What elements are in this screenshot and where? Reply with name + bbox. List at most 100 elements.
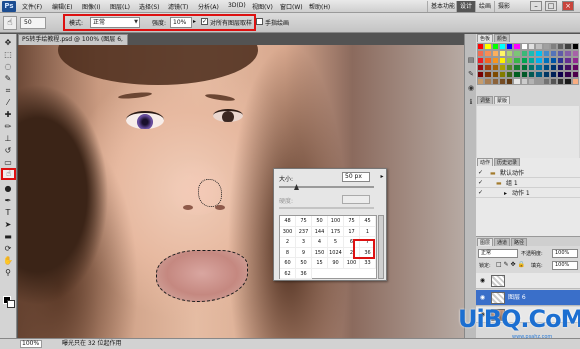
color-swatch[interactable] <box>535 71 543 78</box>
workspace-painting[interactable]: 绘画 <box>475 1 494 12</box>
menu-window[interactable]: 窗口(W) <box>280 2 303 11</box>
brush-preset-cell[interactable]: 48 <box>280 216 296 227</box>
color-swatch[interactable] <box>506 50 514 57</box>
color-swatch[interactable] <box>549 78 558 85</box>
color-swatch[interactable] <box>549 57 558 64</box>
color-swatch[interactable] <box>513 71 521 78</box>
color-swatch[interactable] <box>557 57 565 64</box>
marquee-tool-icon[interactable]: ⬚ <box>2 50 14 60</box>
dodge-tool-icon[interactable]: ● <box>2 184 14 194</box>
color-swatch[interactable] <box>491 43 499 50</box>
blend-mode-select[interactable]: 正常 <box>478 249 518 258</box>
brush-size-input[interactable]: 50 px <box>342 172 370 182</box>
color-swatch[interactable] <box>520 57 528 64</box>
color-swatch[interactable] <box>484 78 492 85</box>
brush-preset-cell[interactable]: 45 <box>360 216 376 227</box>
brush-preset-cell[interactable]: 75 <box>344 216 360 227</box>
smudge-tool-icon[interactable]: ☝ <box>1 168 16 180</box>
3d-rotate-tool-icon[interactable]: ⟳ <box>2 244 14 254</box>
color-swatch[interactable] <box>564 71 572 78</box>
color-swatch[interactable] <box>477 71 485 78</box>
color-swatch[interactable] <box>542 78 550 85</box>
brush-preset-cell[interactable]: 15 <box>312 258 328 269</box>
clone-source-panel-icon[interactable]: ◉ <box>466 84 476 92</box>
lock-icons[interactable]: □ ✎ ✥ 🔒 <box>496 261 525 268</box>
color-swatch[interactable] <box>557 64 565 71</box>
fill-input[interactable]: 100% <box>552 261 578 270</box>
color-swatch[interactable] <box>498 50 507 57</box>
workspace-design[interactable]: 设计 <box>456 1 476 12</box>
brush-preset-cell[interactable]: 144 <box>312 226 328 237</box>
brush-preset-cell[interactable]: 75 <box>296 216 312 227</box>
color-swatch[interactable] <box>477 43 485 50</box>
brush-preset-cell[interactable]: 60 <box>280 258 296 269</box>
color-swatch[interactable] <box>571 43 579 50</box>
color-swatch[interactable] <box>520 64 528 71</box>
color-swatch[interactable] <box>557 43 565 50</box>
move-tool-icon[interactable]: ✥ <box>2 38 14 48</box>
checkmark-icon[interactable]: ✓ <box>478 189 483 196</box>
color-swatch[interactable] <box>571 57 579 64</box>
brush-preset-cell[interactable]: 3 <box>296 237 312 248</box>
menu-file[interactable]: 文件(F) <box>22 2 42 11</box>
color-swatch[interactable] <box>520 78 528 85</box>
tab-layers[interactable]: 图层 <box>477 238 494 246</box>
brush-preset-cell[interactable]: 2 <box>280 237 296 248</box>
color-swatch[interactable] <box>542 71 550 78</box>
color-swatch[interactable] <box>527 71 536 78</box>
color-swatch[interactable] <box>549 43 558 50</box>
brush-preset-cell[interactable]: 90 <box>328 258 344 269</box>
tab-paths[interactable]: 路径 <box>511 238 528 246</box>
menu-edit[interactable]: 编辑(E) <box>52 2 72 11</box>
color-swatch[interactable] <box>564 78 572 85</box>
action-item-1[interactable]: ▸ 动作 1 <box>476 189 580 198</box>
quick-select-tool-icon[interactable]: ✎ <box>2 74 14 84</box>
strength-arrow-icon[interactable]: ▸ <box>193 18 196 25</box>
color-swatch[interactable] <box>498 43 507 50</box>
layer-row[interactable]: ◉ <box>476 273 580 289</box>
brush-tool-icon[interactable]: ✏ <box>2 122 14 132</box>
color-swatch[interactable] <box>484 50 492 57</box>
color-swatch[interactable] <box>498 71 507 78</box>
color-swatch[interactable] <box>506 71 514 78</box>
close-button[interactable]: × <box>562 1 574 11</box>
menu-analysis[interactable]: 分析(A) <box>198 2 219 11</box>
eraser-tool-icon[interactable]: ▭ <box>2 158 14 168</box>
brush-preset-cell[interactable]: 175 <box>328 226 344 237</box>
brush-preset-cell[interactable]: 17 <box>344 226 360 237</box>
color-swatch[interactable] <box>527 64 536 71</box>
mode-select[interactable]: 正常 ▼ <box>90 17 140 28</box>
menu-select[interactable]: 选择(S) <box>139 2 160 11</box>
color-swatch[interactable] <box>506 43 514 50</box>
color-swatch[interactable] <box>513 57 521 64</box>
color-swatch[interactable] <box>542 64 550 71</box>
tab-actions[interactable]: 动作 <box>477 158 494 166</box>
action-set-default[interactable]: ▬ 默认动作 <box>476 169 580 178</box>
color-swatch[interactable] <box>535 50 543 57</box>
brush-preset-cell[interactable]: 5 <box>328 237 344 248</box>
color-swatch[interactable] <box>571 71 579 78</box>
color-swatch[interactable] <box>549 64 558 71</box>
clone-stamp-tool-icon[interactable]: ⊥ <box>2 134 14 144</box>
color-swatch[interactable] <box>535 57 543 64</box>
eye-icon[interactable]: ◉ <box>478 276 487 285</box>
brush-preset-cell[interactable]: 1 <box>360 226 376 237</box>
color-swatch[interactable] <box>484 57 492 64</box>
hand-tool-icon[interactable]: ✋ <box>2 256 14 266</box>
menu-image[interactable]: 图像(I) <box>82 2 100 11</box>
healing-tool-icon[interactable]: ✚ <box>2 110 14 120</box>
brush-preset-cell[interactable]: 300 <box>280 226 296 237</box>
menu-filter[interactable]: 滤镜(T) <box>168 2 188 11</box>
history-brush-tool-icon[interactable]: ↺ <box>2 146 14 156</box>
brush-preset-cell[interactable]: 1024 <box>328 247 344 258</box>
layer-row-selected[interactable]: ◉ 图层 6 <box>476 290 580 306</box>
color-swatch[interactable] <box>484 64 492 71</box>
zoom-input[interactable]: 100% <box>20 340 42 348</box>
color-swatch[interactable] <box>498 57 507 64</box>
color-swatch[interactable] <box>520 71 528 78</box>
tab-swatches[interactable]: 色板 <box>477 34 494 42</box>
brush-preset-cell[interactable]: 100 <box>344 258 360 269</box>
color-swatch[interactable] <box>571 78 579 85</box>
minimize-button[interactable]: – <box>530 1 542 11</box>
document-tab[interactable]: P5转手绘教程.psd @ 100% (图层 6, RGB/8) * <box>18 34 128 53</box>
